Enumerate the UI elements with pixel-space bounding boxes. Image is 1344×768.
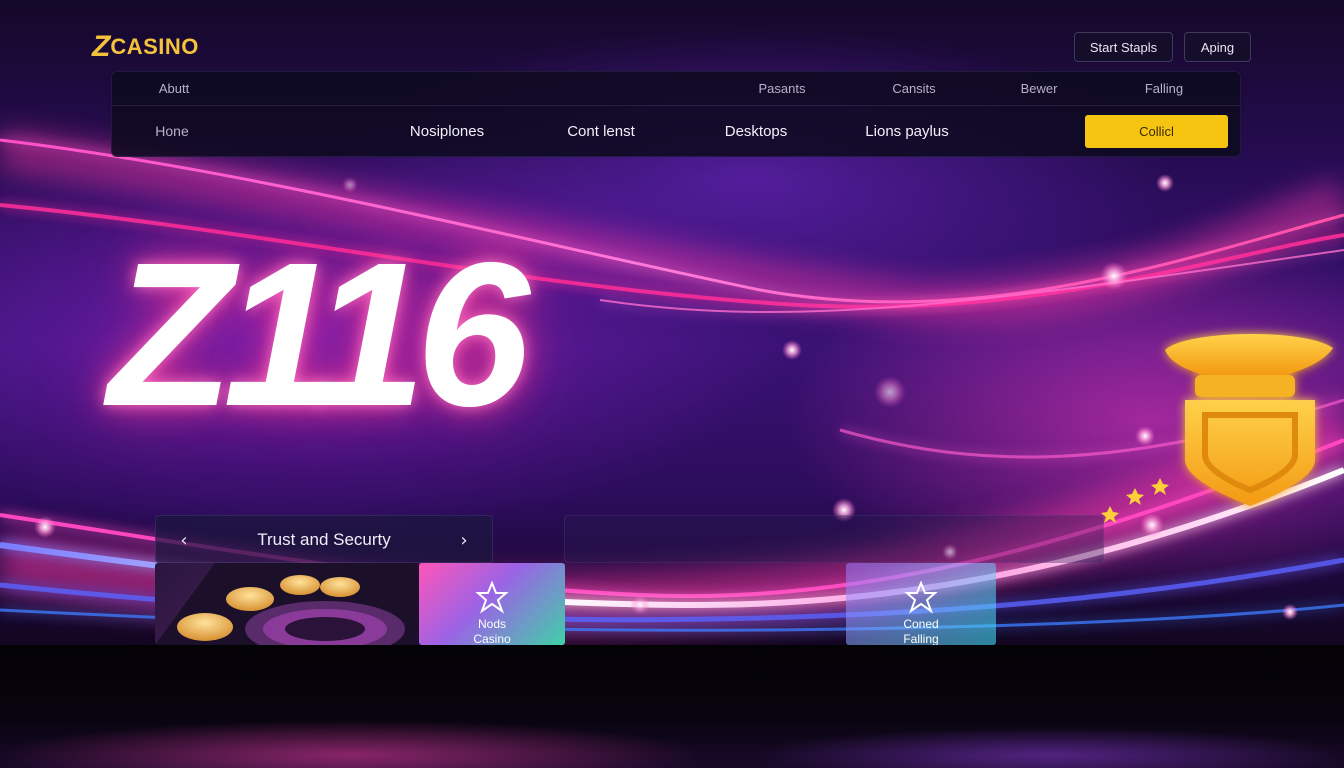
nav-item-desktops[interactable]: Desktops [725,123,788,140]
nav-item-cont-lenst[interactable]: Cont lenst [567,123,635,140]
sparkle-icon [1101,478,1169,523]
carousel-header: ‹ Trust and Securty › [155,515,493,563]
carousel-title: Trust and Securty [257,530,391,549]
hero-title: Z116 [108,220,530,449]
card-sublabel: Casino [473,632,511,645]
game-card-coned-falling[interactable]: Coned Falling [846,563,996,645]
game-card-nods-casino[interactable]: Nods Casino [419,563,565,645]
collect-button[interactable]: Collicl [1085,115,1228,148]
card-sublabel: Falling [903,632,939,645]
roulette-chips-image [155,563,419,645]
info-panel [564,515,1104,563]
main-navigation: Abutt Pasants Cansits Bewer Falling Hone… [111,71,1241,157]
brand-logo[interactable]: Z CASINO [92,30,199,64]
reflective-floor [0,645,1344,768]
nav-item-abutt[interactable]: Abutt [159,81,189,96]
nav-item-cansits[interactable]: Cansits [892,81,935,96]
ornament-icon [904,581,938,614]
brand-name: CASINO [110,34,199,59]
card-label: Coned [903,617,939,631]
shield-icon [1165,333,1333,506]
nav-item-bewer[interactable]: Bewer [1021,81,1058,96]
game-card-roulette[interactable] [155,563,419,645]
nav-item-lions-paylus[interactable]: Lions paylus [865,123,948,140]
card-label: Nods [477,617,506,631]
chevron-right-icon[interactable]: › [444,516,484,564]
nav-item-nosiplones[interactable]: Nosiplones [410,123,484,140]
nav-divider [112,105,1240,106]
nav-item-falling[interactable]: Falling [1145,81,1183,96]
brand-mark: Z [92,30,110,63]
aping-button[interactable]: Aping [1184,32,1251,62]
nav-item-home[interactable]: Hone [155,123,188,139]
nav-item-pasants[interactable]: Pasants [759,81,806,96]
start-button[interactable]: Start Stapls [1074,32,1173,62]
ornament-icon [475,581,509,614]
